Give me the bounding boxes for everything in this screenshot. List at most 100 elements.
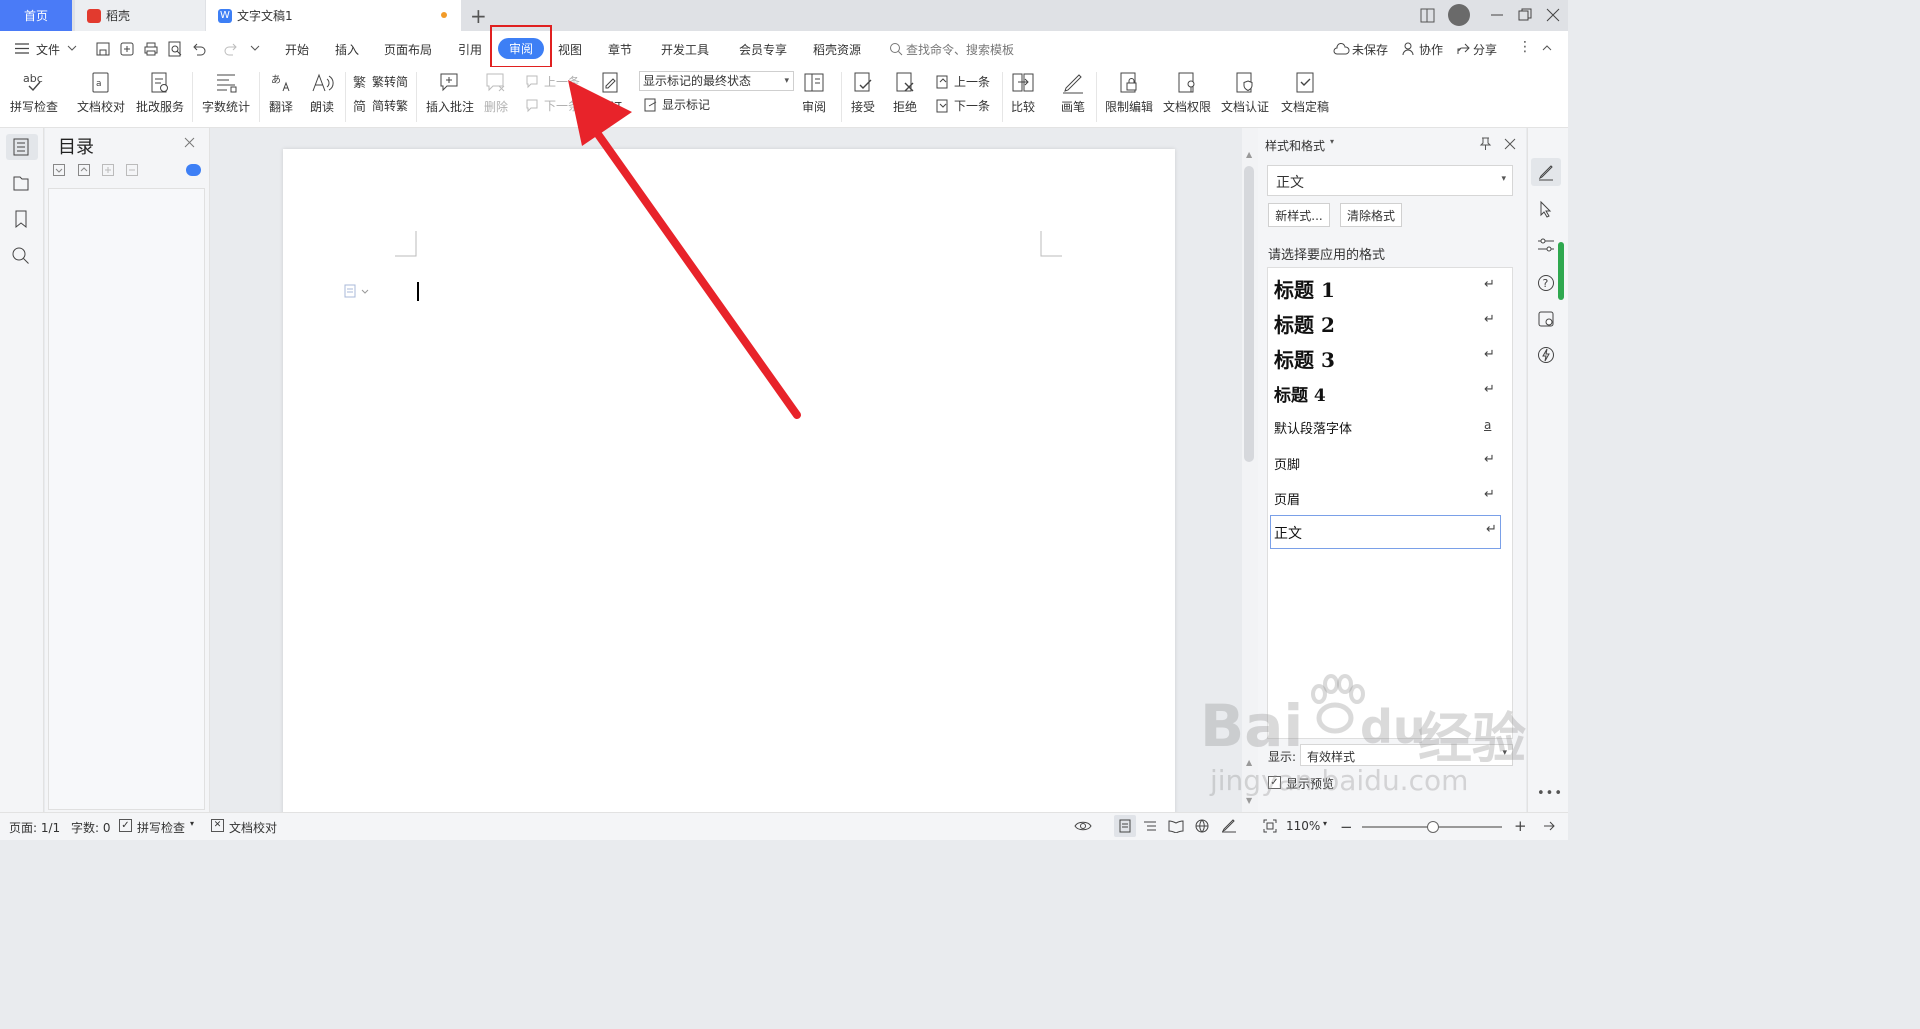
style-heading-4[interactable]: 标题 4 [1274,381,1326,406]
collapse-ribbon-icon[interactable] [1542,44,1552,52]
read-aloud-button[interactable]: 朗读 [310,71,334,115]
command-search-input[interactable]: 查找命令、搜索模板 [906,41,1014,57]
page-indicator[interactable]: 页面: 1/1 [9,819,60,836]
next-change-button[interactable]: 下一条 [935,97,990,114]
prev-change-button[interactable]: 上一条 [935,73,990,90]
reading-view-icon[interactable] [1168,819,1184,833]
redo-icon[interactable] [223,41,239,57]
tab-reference[interactable]: 引用 [458,41,482,57]
export-pdf-icon[interactable] [119,41,135,57]
outline-view-icon[interactable] [1143,819,1157,833]
tab-chapter[interactable]: 章节 [608,41,632,57]
quick-access-more-icon[interactable] [250,45,260,53]
page-view-icon[interactable] [1118,819,1132,833]
tab-document[interactable]: W 文字文稿1 [206,0,461,31]
style-brush-icon[interactable] [1537,163,1555,181]
scrollbar-thumb[interactable] [1244,166,1254,462]
collapse-statusbar-icon[interactable] [1543,820,1557,832]
eye-protection-icon[interactable] [1074,820,1092,832]
pin-icon[interactable] [1479,137,1492,151]
resize-handle[interactable] [1558,242,1564,300]
chevron-down-icon[interactable]: ▾ [190,819,194,828]
bookmark-icon[interactable] [11,209,31,229]
more-tools-icon[interactable]: ••• [1537,786,1563,801]
compare-button[interactable]: 比较 [1011,71,1035,115]
style-footer[interactable]: 页脚 [1274,454,1300,473]
word-count-button[interactable]: 字数统计 [202,71,250,115]
cloud-icon[interactable] [1333,42,1350,56]
share-icon[interactable] [1456,42,1471,56]
chapter-nav-icon[interactable] [11,173,31,193]
close-panel-icon[interactable] [184,137,195,148]
collaborate-button[interactable]: 协作 [1419,41,1443,57]
zoom-out-icon[interactable]: − [1340,818,1353,836]
correction-service-button[interactable]: 批改服务 [136,71,184,115]
remove-heading-icon[interactable] [126,164,138,176]
unsaved-status[interactable]: 未保存 [1352,41,1388,57]
close-window-icon[interactable] [1546,8,1560,22]
help-icon[interactable]: ? [1537,274,1555,292]
select-cursor-icon[interactable] [1538,200,1554,218]
settings-sliders-icon[interactable] [1537,237,1555,253]
current-style-select[interactable]: 正文 ▾ [1267,165,1513,196]
accept-button[interactable]: 接受 [851,71,875,115]
toc-icon[interactable] [11,137,31,157]
style-heading-2[interactable]: 标题 2 [1274,309,1335,338]
delete-comment-button[interactable]: 删除 [484,71,508,115]
save-icon[interactable] [95,41,111,57]
style-header[interactable]: 页眉 [1274,489,1300,508]
tab-insert[interactable]: 插入 [335,41,359,57]
doc-proofread-button[interactable]: a 文档校对 [77,71,125,115]
smart-toc-icon[interactable] [186,164,201,176]
close-panel-icon[interactable] [1504,138,1516,150]
spell-check-status[interactable]: 拼写检查 [137,819,185,836]
translate-button[interactable]: あ 翻译 [269,71,293,115]
insert-comment-button[interactable]: 插入批注 [426,71,474,115]
image-tool-icon[interactable] [1537,310,1555,328]
tab-start[interactable]: 开始 [285,41,309,57]
style-heading-1[interactable]: 标题 1 [1274,274,1335,303]
minimize-icon[interactable] [1490,8,1504,22]
print-preview-icon[interactable] [167,41,183,57]
word-count[interactable]: 字数: 0 [71,819,111,836]
expand-all-icon[interactable] [53,164,65,176]
pen-button[interactable]: 画笔 [1061,71,1085,115]
zoom-slider-thumb[interactable] [1427,821,1439,833]
search-icon[interactable] [11,246,31,266]
tab-view[interactable]: 视图 [558,41,582,57]
hamburger-icon[interactable] [14,42,30,55]
simp-to-trad-button[interactable]: 简 简转繁 [353,97,408,114]
search-icon[interactable] [889,42,903,56]
paragraph-layout-icon[interactable] [344,284,370,298]
style-heading-3[interactable]: 标题 3 [1274,344,1335,373]
tab-developer[interactable]: 开发工具 [661,41,709,57]
style-default-paragraph-font[interactable]: 默认段落字体 [1274,418,1352,437]
restore-icon[interactable] [1518,8,1532,22]
fit-page-icon[interactable] [1263,819,1277,833]
collaborate-icon[interactable] [1402,42,1417,56]
tab-page-layout[interactable]: 页面布局 [384,41,432,57]
scroll-up-icon[interactable]: ▲ [1246,150,1252,159]
doc-certify-button[interactable]: 文档认证 [1221,71,1269,115]
clear-format-button[interactable]: 清除格式 [1340,203,1402,227]
tab-member[interactable]: 会员专享 [739,41,787,57]
new-tab-button[interactable]: + [470,4,487,28]
tab-daoke-resources[interactable]: 稻壳资源 [813,41,861,57]
lightning-icon[interactable] [1537,346,1555,364]
collapse-all-icon[interactable] [78,164,90,176]
avatar[interactable] [1448,4,1470,26]
zoom-in-icon[interactable]: + [1514,817,1527,835]
chevron-down-icon[interactable] [67,45,77,53]
proofread-status-icon[interactable]: ✕ [211,819,224,832]
panel-title-chevron-icon[interactable]: ▾ [1330,137,1334,146]
restrict-editing-button[interactable]: 限制编辑 [1105,71,1153,115]
tab-daoke[interactable]: 稻壳 [75,0,205,31]
finalize-doc-button[interactable]: 文档定稿 [1281,71,1329,115]
reject-button[interactable]: 拒绝 [893,71,917,115]
print-icon[interactable] [143,41,159,57]
trad-to-simp-button[interactable]: 繁 繁转简 [353,73,408,90]
layout-icon[interactable] [1420,8,1435,23]
tab-home[interactable]: 首页 [0,0,72,31]
file-menu[interactable]: 文件 [36,41,60,58]
write-mode-icon[interactable] [1221,819,1237,833]
